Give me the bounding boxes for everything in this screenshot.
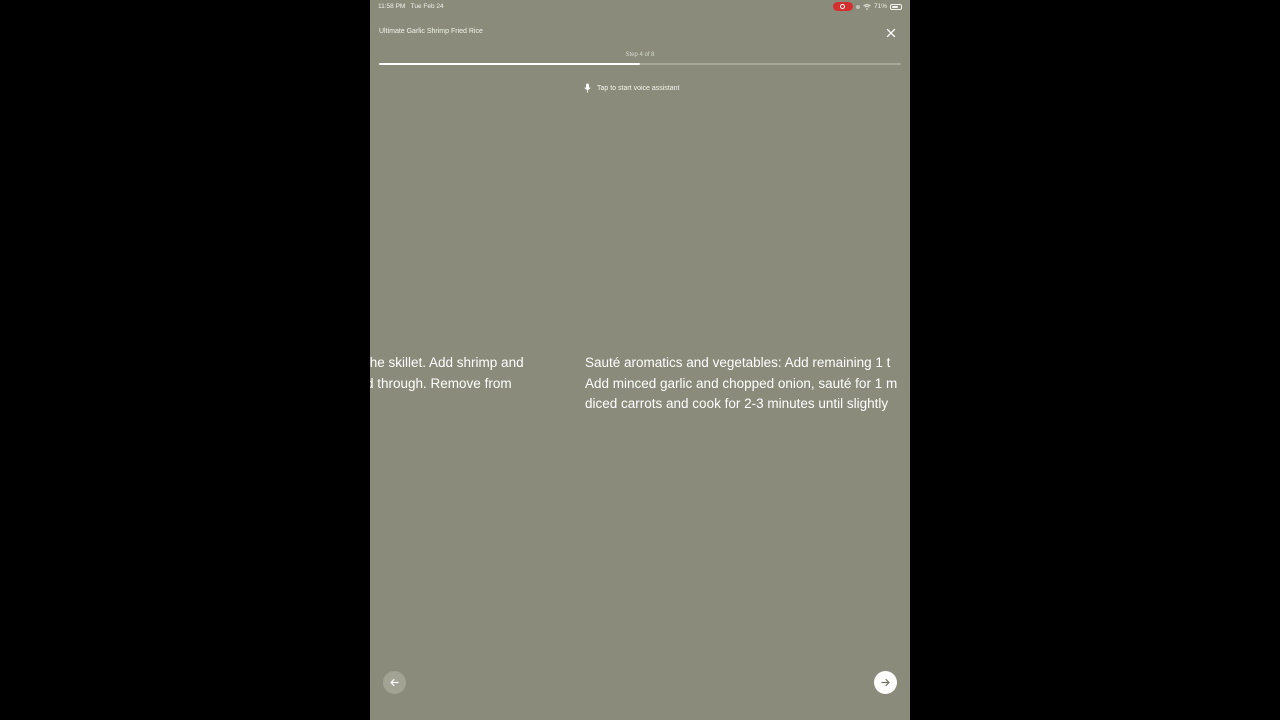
close-icon <box>886 28 896 38</box>
screen-recording-icon <box>832 2 853 11</box>
status-clock: 11:58 PM <box>378 3 406 10</box>
arrow-right-icon <box>881 678 890 687</box>
voice-assistant-label: Tap to start voice assistant <box>597 84 680 92</box>
previous-step-line: the skillet. Add shrimp and <box>370 355 524 370</box>
battery-percent: 71% <box>873 3 887 10</box>
previous-step-line: d through. Remove from <box>370 375 512 391</box>
step-progress-fill <box>379 63 640 65</box>
current-step-line: Add minced garlic and chopped onion, sau… <box>585 375 898 391</box>
close-button[interactable] <box>884 26 898 40</box>
step-counter: Step 4 of 8 <box>625 52 655 58</box>
step-progress-bar <box>379 63 901 65</box>
previous-step-text[interactable]: the skillet. Add shrimp and d through. R… <box>370 353 524 394</box>
current-step-line: diced carrots and cook for 2-3 minutes u… <box>585 396 889 411</box>
recipe-title: Ultimate Garlic Shrimp Fried Rice <box>379 28 483 35</box>
next-step-button[interactable] <box>874 671 897 694</box>
status-bar: 11:58 PM Tue Feb 24 71% <box>370 0 910 14</box>
current-step-line: Sauté aromatics and vegetables: Add rema… <box>585 355 891 370</box>
location-dot-icon <box>855 4 860 9</box>
status-time: 11:58 PM Tue Feb 24 <box>378 3 444 10</box>
previous-step-button[interactable] <box>383 671 406 694</box>
wifi-icon <box>863 3 871 10</box>
arrow-left-icon <box>390 678 399 687</box>
voice-assistant-button[interactable]: Tap to start voice assistant <box>584 83 679 93</box>
status-date: Tue Feb 24 <box>410 3 444 10</box>
current-step-text[interactable]: Sauté aromatics and vegetables: Add rema… <box>585 353 897 415</box>
cooking-mode-screen: 11:58 PM Tue Feb 24 71% Ultimate Garlic … <box>370 0 910 720</box>
battery-icon <box>890 3 902 10</box>
status-indicators: 71% <box>832 2 902 11</box>
microphone-icon <box>584 83 591 93</box>
